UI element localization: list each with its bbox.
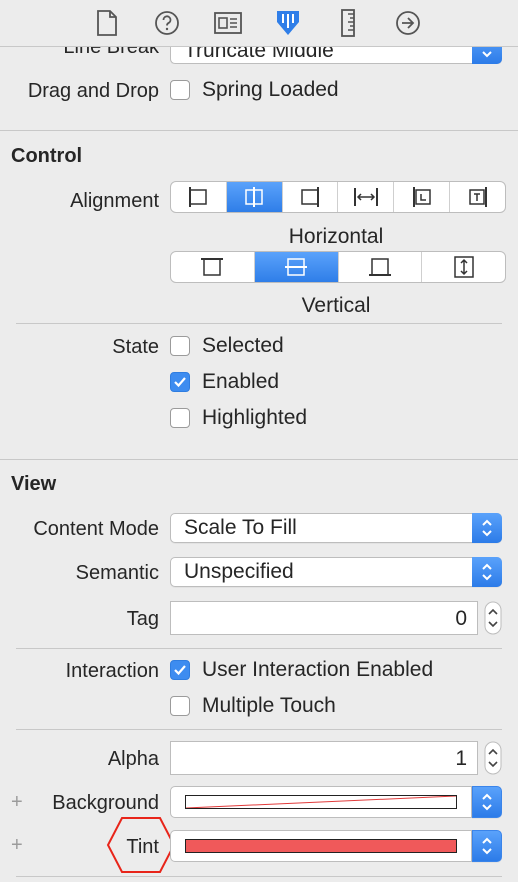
control-section-title: Control [11, 145, 83, 167]
tag-value: 0 [455, 607, 467, 630]
tint-swatch [185, 839, 457, 853]
content-mode-label: Content Mode [33, 518, 159, 540]
semantic-popup[interactable]: Unspecified [170, 557, 502, 587]
background-plus-button[interactable]: + [11, 791, 23, 814]
size-inspector-icon[interactable] [333, 8, 363, 38]
alpha-value: 1 [455, 747, 467, 770]
selected-checkbox[interactable] [170, 336, 190, 356]
alignment-label: Alignment [70, 190, 159, 212]
attributes-inspector-icon[interactable] [273, 8, 303, 38]
file-inspector-icon[interactable] [92, 8, 122, 38]
view-divider [16, 876, 502, 877]
quick-help-icon[interactable] [152, 8, 182, 38]
checkmark-icon [174, 665, 186, 676]
vertical-caption: Vertical [301, 294, 371, 317]
control-divider [16, 323, 502, 324]
user-interaction-label: User Interaction Enabled [202, 658, 434, 681]
identity-inspector-icon[interactable] [213, 8, 243, 38]
semantic-value: Unspecified [184, 560, 294, 583]
alpha-label: Alpha [107, 748, 159, 770]
align-bottom-icon[interactable] [339, 252, 423, 282]
tag-stepper-icon[interactable] [484, 601, 502, 635]
tag-label: Tag [126, 608, 159, 630]
align-middle-icon[interactable] [254, 252, 339, 282]
multiple-touch-checkbox[interactable] [170, 696, 190, 716]
popup-stepper-icon [481, 793, 493, 816]
tint-plus-button[interactable]: + [11, 834, 23, 857]
align-top-icon[interactable] [171, 252, 255, 282]
user-interaction-checkbox[interactable] [170, 660, 190, 680]
multiple-touch-label: Multiple Touch [202, 694, 336, 717]
view-divider [16, 648, 502, 649]
checkmark-icon [174, 377, 186, 388]
align-leading-icon[interactable] [394, 182, 451, 212]
enabled-checkbox[interactable] [170, 372, 190, 392]
popup-stepper-icon [481, 837, 493, 860]
align-center-icon[interactable] [226, 182, 283, 212]
align-fill-icon[interactable] [338, 182, 395, 212]
section-divider [0, 459, 518, 460]
align-trailing-icon[interactable] [450, 182, 505, 212]
content-mode-popup[interactable]: Scale To Fill [170, 513, 502, 543]
connections-inspector-icon[interactable] [393, 8, 423, 38]
align-vertical-fill-icon[interactable] [422, 252, 505, 282]
selected-label: Selected [202, 334, 284, 357]
tint-color-well[interactable] [170, 830, 472, 862]
spring-loaded-checkbox[interactable] [170, 80, 190, 100]
view-divider [16, 729, 502, 730]
background-color-well[interactable] [170, 786, 472, 818]
align-left-icon[interactable] [171, 182, 227, 212]
vertical-alignment-control[interactable] [170, 251, 506, 283]
alpha-field[interactable]: 1 [170, 741, 478, 775]
highlighted-label: Highlighted [202, 406, 308, 429]
drag-and-drop-label: Drag and Drop [27, 80, 159, 102]
content-mode-value: Scale To Fill [184, 516, 297, 539]
align-right-icon[interactable] [283, 182, 339, 212]
interaction-label: Interaction [65, 660, 159, 682]
alpha-stepper-icon[interactable] [484, 741, 502, 775]
state-label: State [112, 336, 159, 358]
semantic-label: Semantic [75, 562, 159, 584]
horizontal-alignment-control[interactable] [170, 181, 506, 213]
tint-popup-button[interactable] [472, 830, 502, 862]
horizontal-caption: Horizontal [288, 225, 384, 248]
tag-field[interactable]: 0 [170, 601, 478, 635]
background-swatch [185, 795, 457, 809]
spring-loaded-label: Spring Loaded [202, 78, 339, 101]
section-divider [0, 130, 518, 131]
background-popup-button[interactable] [472, 786, 502, 818]
enabled-label: Enabled [202, 370, 280, 393]
popup-stepper-icon [472, 557, 502, 587]
highlighted-checkbox[interactable] [170, 408, 190, 428]
tint-label: Tint [126, 836, 159, 858]
popup-stepper-icon [472, 513, 502, 543]
background-label: Background [52, 792, 159, 814]
inspector-toolbar [0, 0, 518, 46]
view-section-title: View [11, 473, 57, 495]
toolbar-divider [0, 46, 518, 47]
